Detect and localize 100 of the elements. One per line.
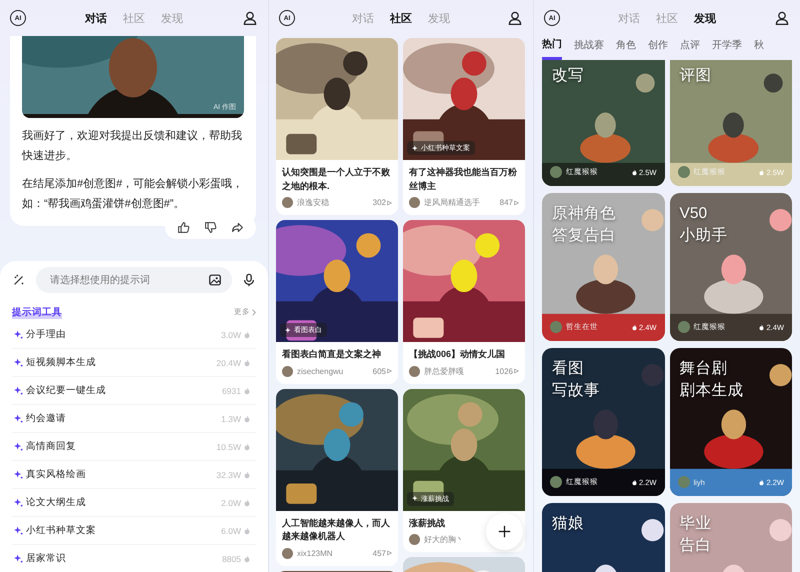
flame-icon — [244, 470, 250, 478]
flame-icon — [244, 498, 250, 506]
use-count: 3.0W — [221, 330, 241, 340]
author-name: 逆风局精通选手 — [424, 197, 481, 208]
category-tab[interactable]: 开学季 — [712, 36, 742, 60]
author-name: zisechengwu — [297, 366, 344, 376]
category-tab[interactable]: 秋 — [754, 36, 764, 60]
post-card[interactable]: 认知突围是一个人立于不败之地的根本. 浪逸安稳 302 — [276, 38, 398, 215]
avatar — [282, 366, 293, 376]
flame-icon — [244, 330, 250, 338]
use-count: 1.3W — [221, 414, 241, 424]
category-tab[interactable]: 创作 — [648, 36, 668, 60]
post-title: 人工智能越来越像人，而人越来越像机器人 — [282, 516, 391, 543]
user-icon[interactable] — [507, 10, 523, 26]
sparkle-icon — [14, 386, 23, 395]
category-tab[interactable]: 角色 — [616, 36, 636, 60]
post-title: 【挑战006】动情女儿国 — [409, 348, 506, 361]
flame-icon — [759, 478, 764, 486]
sparkle-icon — [412, 495, 419, 502]
card-title: 看图 — [552, 359, 584, 379]
avatar — [282, 197, 293, 208]
sparkle-icon — [14, 470, 23, 479]
avatar — [282, 548, 293, 558]
post-title: 有了这神器我也能当百万粉丝博主 — [409, 166, 518, 192]
category-tab[interactable]: 挑战赛 — [574, 36, 604, 60]
card-title: 原神角色 — [552, 204, 616, 224]
thumbs-up-icon[interactable] — [177, 221, 190, 234]
input-field[interactable]: 请选择想使用的提示词 — [36, 267, 232, 293]
author-name: 胖总爱胖嘎 — [424, 366, 465, 376]
view-count: 1026 — [495, 366, 513, 376]
nav-tab[interactable]: 发现 — [694, 10, 716, 26]
flame-icon — [244, 554, 250, 562]
nav-tab[interactable]: 社区 — [390, 10, 412, 26]
user-icon[interactable] — [242, 10, 258, 26]
flame-icon — [244, 526, 250, 534]
section-title: 提示词工具 — [12, 306, 62, 318]
card-title: 小助手 — [680, 226, 728, 246]
play-icon — [514, 200, 519, 206]
flame-icon — [244, 358, 250, 366]
flame-icon — [632, 324, 637, 330]
sparkle-icon — [412, 144, 419, 152]
card-title: 答复告白 — [552, 226, 616, 246]
use-count: 8805 — [222, 554, 241, 564]
nav-tab[interactable]: 对话 — [85, 10, 107, 26]
post-card[interactable]: 【挑战006】动情女儿国 胖总爱胖嘎 1026 — [403, 220, 525, 384]
magic-wand-icon[interactable] — [12, 273, 26, 287]
play-icon — [387, 550, 392, 556]
view-count: 457 — [372, 548, 386, 558]
prompt-item[interactable]: 短视频脚本生成 20.4W — [12, 349, 256, 377]
card-title: 舞台剧 — [680, 359, 728, 379]
flame-icon — [632, 168, 637, 176]
message-text: 我画好了，欢迎对我提出反馈和建议，帮助我快速进步。 — [22, 128, 243, 164]
flame-icon — [632, 478, 637, 486]
sparkle-icon — [14, 554, 23, 563]
author-name: xix123MN — [297, 548, 334, 558]
view-count: 302 — [372, 198, 386, 207]
prompt-item[interactable]: 居家常识 8805 — [12, 545, 256, 572]
prompt-item[interactable]: 会议纪要一键生成 6931 — [12, 377, 256, 405]
prompt-input[interactable]: 请选择想使用的提示词 — [48, 274, 208, 286]
play-icon — [387, 200, 392, 206]
flame-icon — [244, 414, 250, 422]
user-icon[interactable] — [774, 10, 790, 26]
card-title: 写故事 — [552, 381, 600, 401]
share-icon[interactable] — [231, 221, 244, 234]
plus-icon — [498, 525, 511, 538]
flame-icon — [244, 442, 250, 450]
sparkle-icon — [14, 526, 23, 535]
microphone-icon[interactable] — [242, 273, 256, 287]
post-title: 涨薪挑战 — [409, 516, 446, 530]
card-title: 猫娘 — [552, 514, 584, 534]
card-title: V50 — [680, 204, 708, 224]
card-title: 毕业 — [680, 514, 712, 534]
sparkle-icon — [14, 330, 23, 339]
sparkle-icon — [14, 498, 23, 507]
use-count: 6931 — [222, 386, 241, 396]
card-title: 剧本生成 — [680, 381, 744, 401]
play-icon — [387, 368, 392, 374]
prompt-item[interactable]: 高情商回复 10.5W — [12, 433, 256, 461]
prompt-card[interactable]: 猫娘 — [542, 503, 664, 572]
sparkle-icon — [14, 442, 23, 451]
sparkle-icon — [14, 414, 23, 423]
thumbs-down-icon[interactable] — [204, 221, 217, 234]
post-card[interactable]: 人工智能越来越像人，而人越来越像机器人 xix123MN 457 — [276, 388, 398, 566]
prompt-item[interactable]: 真实风格绘画 32.3W — [12, 461, 256, 489]
prompt-item[interactable]: 小红书种草文案 6.0W — [12, 517, 256, 545]
post-title: 看图表白简直是文案之神 — [282, 348, 382, 361]
prompt-item[interactable]: 论文大纲生成 2.0W — [12, 489, 256, 517]
card-title: 评图 — [680, 66, 712, 86]
use-count: 20.4W — [216, 358, 241, 368]
avatar — [409, 366, 420, 376]
category-tab[interactable]: 点评 — [680, 36, 700, 60]
image-icon[interactable] — [208, 273, 222, 287]
prompt-item[interactable]: 约会邀请 1.3W — [12, 405, 256, 433]
flame-icon — [759, 168, 764, 176]
post-title: 认知突围是一个人立于不败之地的根本. — [282, 166, 391, 192]
author-name: 好大的胸丶 — [424, 534, 465, 545]
prompt-item[interactable]: 分手理由 3.0W — [12, 321, 256, 349]
author-name: 浪逸安稳 — [297, 197, 330, 208]
view-count: 847 — [500, 198, 513, 207]
message-text: 在结尾添加#创意图#，可能会解锁小彩蛋哦，如：“帮我画鸡蛋灌饼#创意图#”。 — [22, 177, 244, 212]
